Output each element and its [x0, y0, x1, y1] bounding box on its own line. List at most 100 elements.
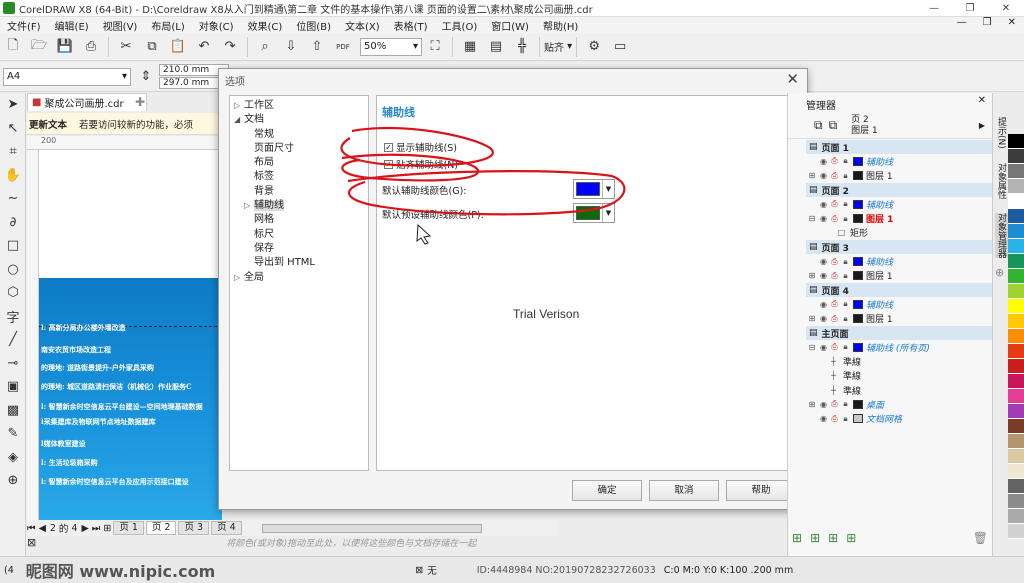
printer-icon[interactable]: ⎙	[829, 257, 840, 267]
eyedropper-tool-icon[interactable]: ✎	[0, 422, 26, 446]
doc-minimize-button[interactable]: —	[949, 17, 975, 28]
doc-close-button[interactable]: ✕	[1000, 17, 1024, 28]
printer-icon[interactable]: ⎙	[829, 414, 840, 424]
close-window-button[interactable]: ✕	[988, 0, 1024, 17]
layer-color-swatch[interactable]	[853, 214, 863, 224]
eye-visibility-icon[interactable]: ◉	[818, 314, 829, 323]
palette-color-chip[interactable]	[1008, 224, 1024, 239]
help-button[interactable]: 帮助	[726, 480, 796, 501]
new-master-layer-icon[interactable]: ⊞	[810, 531, 820, 545]
object-manager-layer-row[interactable]: ◉ ⎙ 🔒︎ 辅助线	[806, 254, 993, 269]
minimize-button[interactable]: —	[916, 0, 952, 17]
object-manager-page-row[interactable]: ▤ 页面 1	[806, 140, 993, 155]
palette-color-chip[interactable]	[1008, 509, 1024, 524]
expand-arrow-icon[interactable]: ▷	[234, 271, 244, 285]
new-master-layer-odd-icon[interactable]: ⊞	[846, 531, 856, 545]
palette-color-chip[interactable]	[1008, 269, 1024, 284]
expand-toggle-icon[interactable]: ⊟	[806, 343, 818, 352]
delete-trash-icon[interactable]: 🗑	[973, 531, 988, 545]
palette-color-chip[interactable]	[1008, 194, 1024, 209]
eye-visibility-icon[interactable]: ◉	[818, 171, 829, 180]
page-tab-2[interactable]: 页 2	[145, 521, 177, 535]
menu-bitmaps[interactable]: 位图(B)	[289, 18, 338, 33]
object-manager-page-row[interactable]: ▤ 主页面	[806, 325, 993, 341]
tree-item-save[interactable]: 保存	[230, 242, 368, 256]
ellipse-tool-icon[interactable]: ○	[0, 258, 26, 282]
pan-tool-icon[interactable]: ✋	[0, 164, 26, 188]
redo-icon[interactable]: ↷	[219, 36, 241, 58]
horizontal-scrollbar[interactable]	[261, 523, 482, 533]
object-manager-page-row[interactable]: ▤ 页面 2	[806, 182, 993, 198]
maximize-button[interactable]: ❐	[952, 0, 988, 17]
paste-icon[interactable]: 📋	[167, 36, 189, 58]
palette-color-chip[interactable]	[1008, 479, 1024, 494]
layer-color-swatch[interactable]	[853, 199, 863, 209]
artistic-media-icon[interactable]: ∂	[0, 211, 26, 235]
palette-color-chip[interactable]	[1008, 374, 1024, 389]
show-guidelines-checkbox[interactable]: ✓ 显示辅助线(S)	[384, 140, 457, 154]
layer-color-swatch[interactable]	[853, 399, 863, 409]
expand-arrow-icon[interactable]: ▷	[244, 199, 254, 213]
palette-color-chip[interactable]	[1008, 284, 1024, 299]
printer-icon[interactable]: ⎙	[829, 199, 840, 209]
new-master-layer-all-icon[interactable]: ⊞	[828, 531, 838, 545]
palette-color-chip[interactable]	[1008, 329, 1024, 344]
full-screen-icon[interactable]: ⛶	[424, 36, 446, 58]
palette-color-chip[interactable]	[1008, 179, 1024, 194]
eye-visibility-icon[interactable]: ◉	[818, 414, 829, 423]
palette-color-chip[interactable]	[1008, 239, 1024, 254]
application-launcher-icon[interactable]: ▭	[609, 36, 631, 58]
palette-color-chip[interactable]	[1008, 494, 1024, 509]
object-manager-layer-row[interactable]: ◉ ⎙ 🔒︎ 辅助线	[806, 154, 993, 168]
layer-color-swatch[interactable]	[853, 314, 863, 324]
polygon-tool-icon[interactable]: ⬡	[0, 281, 26, 305]
expand-toggle-icon[interactable]: ⊟	[806, 214, 818, 223]
object-manager-layer-row[interactable]: ⊞ ◉ ⎙ 🔒︎ 图层 1	[806, 312, 993, 326]
layer-color-swatch[interactable]	[853, 299, 863, 309]
dimension-tool-icon[interactable]: ╱	[0, 328, 26, 352]
palette-color-chip[interactable]	[1008, 389, 1024, 404]
palette-color-chip[interactable]	[1008, 134, 1024, 149]
menu-table[interactable]: 表格(T)	[387, 18, 435, 33]
add-page-icon[interactable]: ⊞	[103, 523, 111, 534]
object-manager-layer-row[interactable]: ⊞ ◉ ⎙ 🔒︎ 图层 1	[806, 169, 993, 183]
lock-icon[interactable]: 🔒︎	[840, 156, 851, 166]
checkmark-icon[interactable]: ✓	[384, 159, 393, 169]
printer-icon[interactable]: ⎙	[829, 299, 840, 309]
lock-icon[interactable]: 🔒︎	[840, 399, 851, 409]
print-icon[interactable]: ⎙	[80, 36, 102, 58]
undo-icon[interactable]: ↶	[193, 36, 215, 58]
printer-icon[interactable]: ⎙	[829, 399, 840, 409]
lock-icon[interactable]: 🔒︎	[840, 199, 851, 209]
collapse-arrow-icon[interactable]: ◢	[234, 113, 244, 127]
eye-visibility-icon[interactable]: ◉	[818, 157, 829, 166]
object-manager-layer-row[interactable]: ⊟ ◉ ⎙ 🔒︎ 图层 1	[806, 211, 993, 226]
flyout-arrow-icon[interactable]: ▶	[979, 121, 985, 130]
tree-item-label[interactable]: 标签	[230, 170, 368, 184]
drawing-canvas[interactable]: l: 高新分局办公楼外墙改造 南安农贸市场改造工程 的理地: 道路街景提升-户外…	[39, 150, 222, 520]
transparency-tool-icon[interactable]: ▩	[0, 399, 26, 423]
palette-color-chip[interactable]	[1008, 464, 1024, 479]
eye-visibility-icon[interactable]: ◉	[818, 300, 829, 309]
snap-guidelines-checkbox[interactable]: ✓ 贴齐辅助线(N)	[384, 157, 458, 171]
object-manager-tab[interactable]: 对象管理器	[995, 212, 1008, 258]
add-docker-icon[interactable]: ⊕	[995, 266, 1008, 279]
object-manager-layer-row[interactable]: ◉ ⎙ 🔒︎ 辅助线	[806, 197, 993, 211]
expand-toggle-icon[interactable]: ⊞	[806, 171, 818, 180]
menu-text[interactable]: 文本(X)	[338, 18, 387, 33]
lock-icon[interactable]: 🔒︎	[840, 257, 851, 267]
page-tab-1[interactable]: 页 1	[113, 521, 144, 535]
tree-item-workspace[interactable]: ▷ 工作区	[230, 99, 368, 113]
object-manager-object-row[interactable]: □ 矩形	[806, 226, 993, 240]
snap-to-dropdown[interactable]: 贴齐 ▾	[544, 39, 572, 54]
save-icon[interactable]: 💾	[54, 36, 76, 58]
tree-item-page-size[interactable]: 页面尺寸	[230, 142, 368, 156]
printer-icon[interactable]: ⎙	[829, 314, 840, 324]
lock-icon[interactable]: 🔒︎	[840, 271, 851, 281]
tree-item-general[interactable]: 常规	[230, 128, 368, 142]
update-text-label[interactable]: 更新文本	[29, 117, 67, 131]
horizontal-ruler[interactable]: 200	[27, 136, 222, 150]
menu-help[interactable]: 帮助(H)	[536, 18, 585, 33]
printer-icon[interactable]: ⎙	[829, 214, 840, 224]
tree-item-grid[interactable]: 网格	[230, 213, 368, 227]
